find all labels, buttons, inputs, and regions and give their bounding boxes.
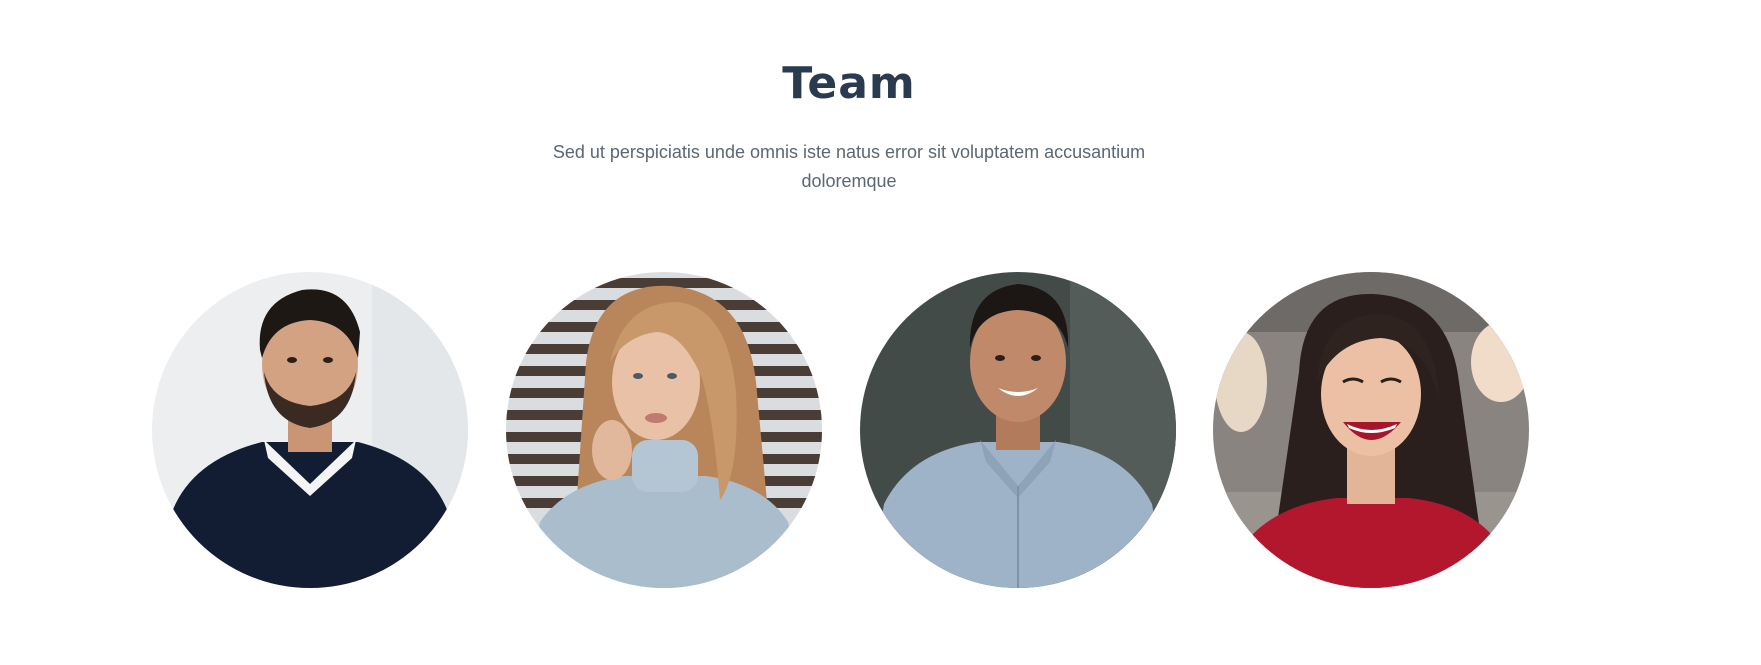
team-member-photo-3[interactable] [860,272,1176,588]
section-subtitle: Sed ut perspiciatis unde omnis iste natu… [552,142,1146,191]
team-member-photo-1[interactable] [152,272,468,588]
section-title: Team [782,58,916,109]
team-section: Team Sed ut perspiciatis unde omnis iste… [0,0,1761,665]
man-navy-sweater-portrait [152,272,468,588]
team-member-photo-4[interactable] [1213,272,1529,588]
woman-grey-turtleneck-portrait [506,272,822,588]
man-blue-shirt-portrait [860,272,1176,588]
team-member-photo-2[interactable] [506,272,822,588]
woman-red-top-laughing-portrait [1213,272,1529,588]
